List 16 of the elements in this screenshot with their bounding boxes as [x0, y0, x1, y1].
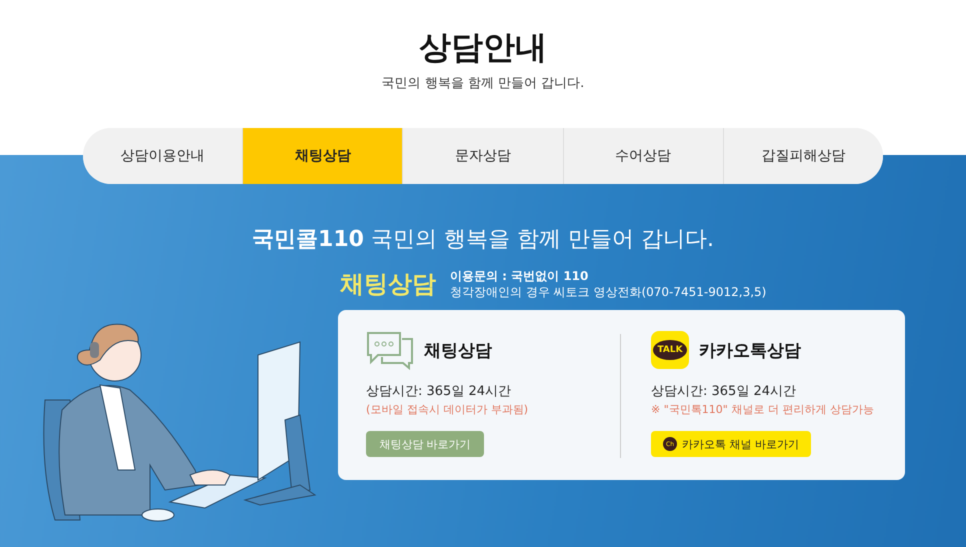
tab[interactable]: 채팅상담	[242, 128, 402, 184]
card-title: 카카오톡상담	[699, 340, 801, 362]
chat-bubbles-icon	[366, 330, 414, 370]
relay-call-note: 청각장애인의 경우 씨토크 영상전화(070-7451-9012,3,5)	[450, 284, 766, 300]
card-title: 채팅상담	[424, 340, 492, 362]
tab[interactable]: 갑질피해상담	[722, 128, 883, 184]
notice-text: ※ "국민톡110" 채널로 더 편리하게 상담가능	[651, 402, 875, 417]
notice-text: (모바일 접속시 데이터가 부과됨)	[366, 402, 530, 417]
hours-text: 상담시간: 365일 24시간	[651, 383, 797, 400]
hours-text: 상담시간: 365일 24시간	[366, 383, 512, 400]
page-subtitle: 국민의 행복을 함께 만들어 갑니다.	[382, 75, 584, 92]
inquiry-text: 이용문의 : 국번없이 110	[450, 268, 590, 284]
headline: 국민콜110 국민의 행복을 함께 만들어 갑니다.	[252, 226, 714, 254]
talk-icon: TALK	[651, 331, 689, 369]
page-title: 상담안내	[419, 28, 547, 66]
section-title: 채팅상담	[340, 269, 436, 300]
